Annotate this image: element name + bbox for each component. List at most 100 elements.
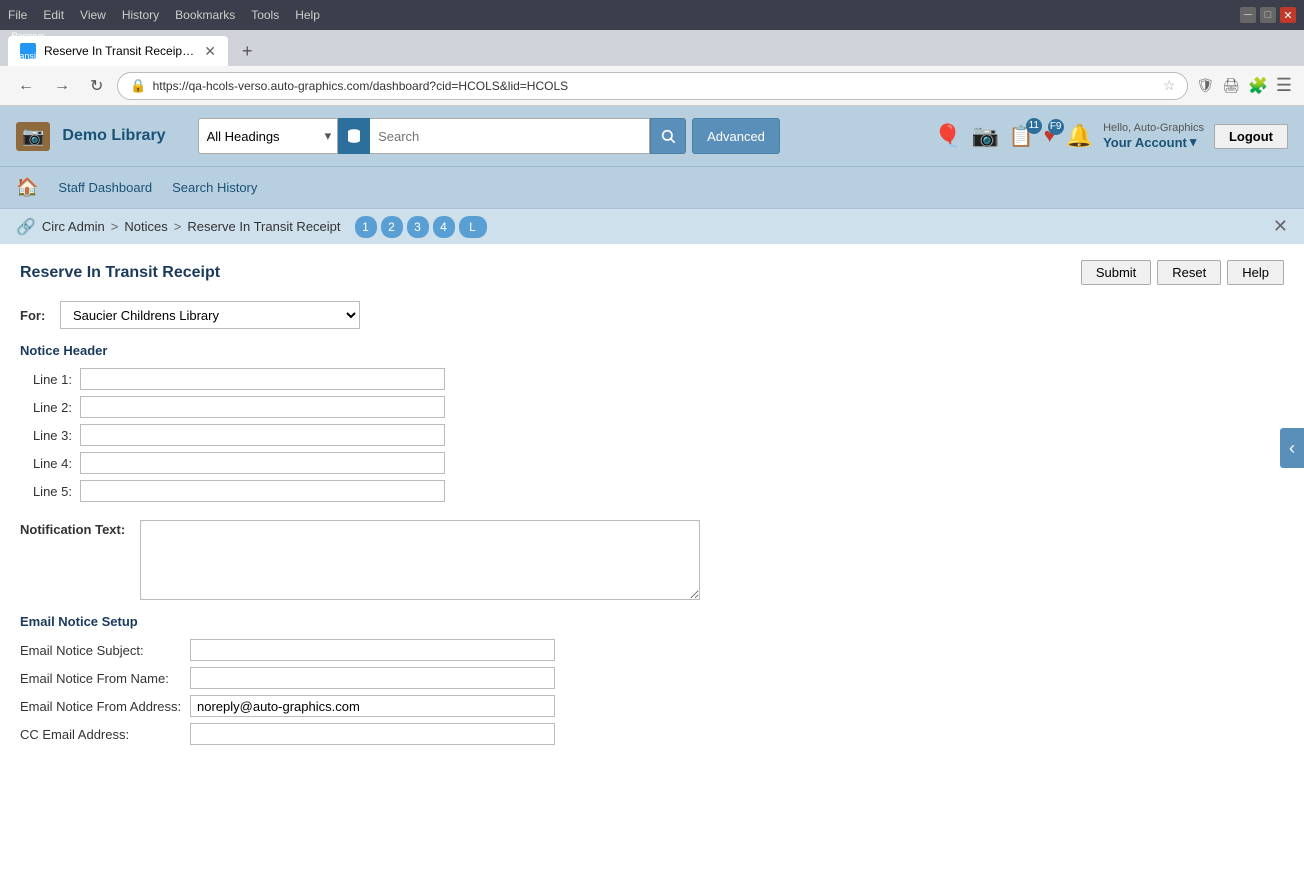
- action-buttons: Submit Reset Help: [1081, 260, 1284, 285]
- notification-text-textarea[interactable]: [140, 520, 700, 600]
- line5-input[interactable]: [80, 480, 445, 502]
- line4-input[interactable]: [80, 452, 445, 474]
- hello-text: Hello, Auto-Graphics: [1103, 122, 1204, 134]
- close-button[interactable]: ✕: [1280, 7, 1296, 23]
- heart-icon-button[interactable]: ♥ F9: [1044, 125, 1056, 148]
- back-button[interactable]: ←: [12, 73, 40, 99]
- reset-button[interactable]: Reset: [1157, 260, 1221, 285]
- menu-history[interactable]: History: [122, 8, 159, 22]
- line4-row: Line 4:: [20, 452, 1284, 474]
- minimize-button[interactable]: ─: [1240, 7, 1256, 23]
- active-tab[interactable]: Reserve In Transit Receipt Reserve In Tr…: [8, 36, 228, 66]
- menu-help[interactable]: Help: [295, 8, 320, 22]
- email-from-address-row: Email Notice From Address:: [20, 695, 1284, 717]
- puzzle-icon[interactable]: 🧩: [1248, 76, 1268, 96]
- email-from-name-input[interactable]: [190, 667, 555, 689]
- for-select[interactable]: Saucier Childrens Library: [60, 301, 360, 329]
- bell-icon[interactable]: 🔔: [1066, 123, 1093, 149]
- search-input[interactable]: [370, 119, 649, 153]
- toolbar-icons: 🛡 🖨 🧩 ☰: [1196, 75, 1292, 96]
- database-icon[interactable]: [338, 118, 370, 154]
- page-title-row: Reserve In Transit Receipt Submit Reset …: [20, 260, 1284, 285]
- new-tab-button[interactable]: +: [230, 36, 266, 66]
- step-buttons: 1 2 3 4 L: [355, 216, 487, 238]
- line3-input[interactable]: [80, 424, 445, 446]
- line1-row: Line 1:: [20, 368, 1284, 390]
- url-bar[interactable]: 🔒 https://qa-hcols-verso.auto-graphics.c…: [117, 72, 1188, 100]
- right-panel-toggle[interactable]: ‹: [1280, 428, 1304, 468]
- list-icon-button[interactable]: 📋 11: [1009, 124, 1034, 149]
- breadcrumb-current: Reserve In Transit Receipt: [187, 219, 340, 234]
- email-subject-label: Email Notice Subject:: [20, 643, 190, 658]
- advanced-button[interactable]: Advanced: [692, 118, 780, 154]
- tab-bar: Reserve In Transit Receipt Reserve In Tr…: [0, 30, 1304, 66]
- headings-select[interactable]: All Headings: [199, 119, 319, 153]
- breadcrumb-notices[interactable]: Notices: [124, 219, 167, 234]
- library-logo: 📷: [16, 122, 50, 151]
- breadcrumb-circ-admin[interactable]: Circ Admin: [42, 219, 105, 234]
- app-container: 📷 Demo Library All Headings ▾: [0, 106, 1304, 896]
- logout-button[interactable]: Logout: [1214, 124, 1288, 149]
- app-topnav: 📷 Demo Library All Headings ▾: [0, 106, 1304, 166]
- bookmark-icon[interactable]: ☆: [1163, 77, 1176, 94]
- tab-title: Reserve In Transit Receipt | HCO: [44, 44, 196, 58]
- tab-favicon: Reserve In Transit Receipt: [20, 43, 36, 59]
- email-subject-input[interactable]: [190, 639, 555, 661]
- page-title: Reserve In Transit Receipt: [20, 264, 220, 282]
- help-button[interactable]: Help: [1227, 260, 1284, 285]
- email-subject-row: Email Notice Subject:: [20, 639, 1284, 661]
- main-content: Reserve In Transit Receipt Submit Reset …: [0, 244, 1304, 896]
- line1-label: Line 1:: [20, 372, 80, 387]
- url-text: https://qa-hcols-verso.auto-graphics.com…: [153, 79, 1157, 93]
- top-right-icons: 🎈 📷 📋 11 ♥ F9 🔔 Hello, Auto-Graphics You…: [934, 122, 1288, 150]
- maximize-button[interactable]: □: [1260, 7, 1276, 23]
- step-l-button[interactable]: L: [459, 216, 487, 238]
- shield-icon[interactable]: 🛡: [1196, 77, 1214, 94]
- cc-email-input[interactable]: [190, 723, 555, 745]
- email-section-heading: Email Notice Setup: [20, 614, 1284, 629]
- search-history-link[interactable]: Search History: [172, 180, 257, 195]
- menu-file[interactable]: File: [8, 8, 27, 22]
- balloon-icon[interactable]: 🎈: [934, 123, 961, 149]
- step-1-button[interactable]: 1: [355, 216, 377, 238]
- line4-label: Line 4:: [20, 456, 80, 471]
- line5-label: Line 5:: [20, 484, 80, 499]
- breadcrumb-sep-1: >: [111, 219, 119, 234]
- submit-button[interactable]: Submit: [1081, 260, 1151, 285]
- step-3-button[interactable]: 3: [407, 216, 429, 238]
- account-chevron-icon: ▾: [1190, 134, 1197, 150]
- line1-input[interactable]: [80, 368, 445, 390]
- email-from-address-label: Email Notice From Address:: [20, 699, 190, 714]
- staff-dashboard-link[interactable]: Staff Dashboard: [58, 180, 152, 195]
- menu-bookmarks[interactable]: Bookmarks: [175, 8, 235, 22]
- email-from-address-input[interactable]: [190, 695, 555, 717]
- home-icon[interactable]: 🏠: [16, 177, 38, 198]
- step-4-button[interactable]: 4: [433, 216, 455, 238]
- email-from-name-row: Email Notice From Name:: [20, 667, 1284, 689]
- notice-header-section: Notice Header Line 1: Line 2: Line 3: Li…: [20, 343, 1284, 502]
- tab-close-icon[interactable]: ✕: [204, 43, 216, 60]
- heart-badge: F9: [1048, 119, 1064, 135]
- line3-row: Line 3:: [20, 424, 1284, 446]
- library-name: Demo Library: [62, 127, 165, 145]
- for-row: For: Saucier Childrens Library: [20, 301, 1284, 329]
- step-2-button[interactable]: 2: [381, 216, 403, 238]
- cc-email-row: CC Email Address:: [20, 723, 1284, 745]
- menu-icon[interactable]: ☰: [1276, 75, 1292, 96]
- list-badge: 11: [1026, 118, 1042, 134]
- search-button[interactable]: [650, 118, 686, 154]
- your-account-button[interactable]: Your Account ▾: [1103, 134, 1204, 150]
- refresh-button[interactable]: ↻: [84, 72, 109, 100]
- line5-row: Line 5:: [20, 480, 1284, 502]
- print-icon[interactable]: 🖨: [1222, 77, 1240, 94]
- menu-tools[interactable]: Tools: [251, 8, 279, 22]
- forward-button[interactable]: →: [48, 73, 76, 99]
- line2-label: Line 2:: [20, 400, 80, 415]
- menu-view[interactable]: View: [80, 8, 106, 22]
- search-input-box: [370, 118, 650, 154]
- menu-edit[interactable]: Edit: [43, 8, 64, 22]
- line2-input[interactable]: [80, 396, 445, 418]
- camera-icon[interactable]: 📷: [971, 123, 998, 149]
- breadcrumb-close-icon[interactable]: ✕: [1273, 216, 1288, 237]
- address-bar-row: ← → ↻ 🔒 https://qa-hcols-verso.auto-grap…: [0, 66, 1304, 106]
